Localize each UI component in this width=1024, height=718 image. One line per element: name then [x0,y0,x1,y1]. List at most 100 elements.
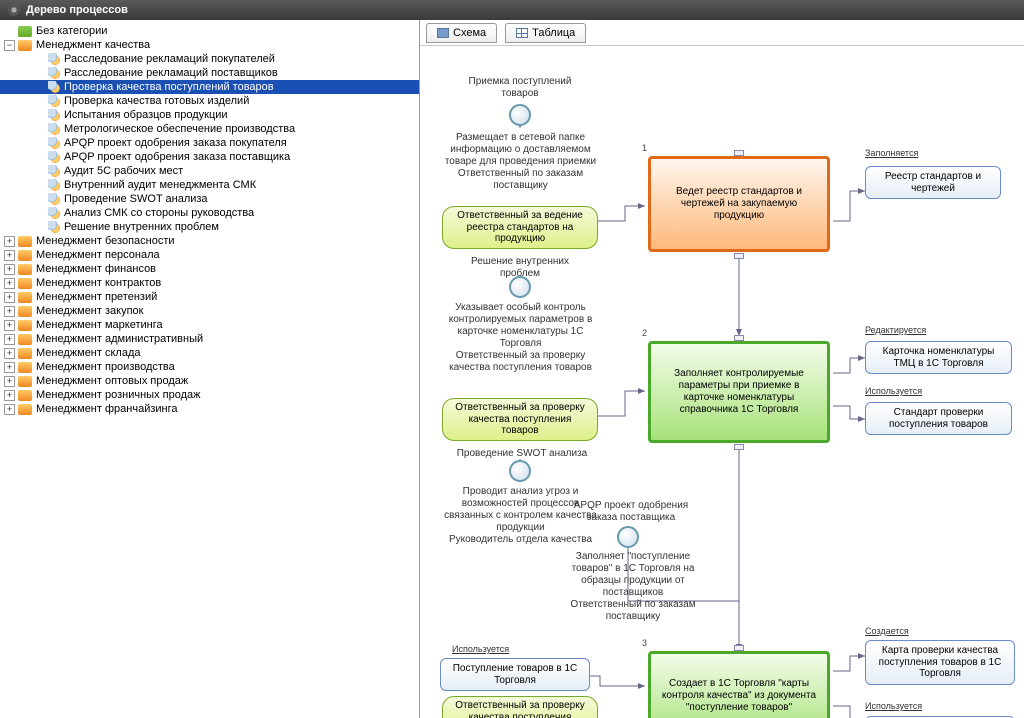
tree-node[interactable]: +Менеджмент розничных продаж [0,388,419,402]
process-icon [48,221,60,233]
folder-icon [18,404,32,415]
tree-label: Анализ СМК со стороны руководства [64,207,254,219]
tree-leaf[interactable]: Метрологическое обеспечение производства [0,122,419,136]
folder-icon [18,236,32,247]
tree-label: APQP проект одобрения заказа покупателя [64,137,287,149]
expander-plus[interactable]: + [4,264,15,275]
expander-plus[interactable]: + [4,250,15,261]
tree-label: Расследование рекламаций покупателей [64,53,275,65]
tree-node[interactable]: +Менеджмент контрактов [0,276,419,290]
event-circle[interactable] [617,526,639,548]
tree-node[interactable]: + Менеджмент безопасности [0,234,419,248]
tree-leaf[interactable]: Решение внутренних проблем [0,220,419,234]
tree-node[interactable]: +Менеджмент франчайзинга [0,402,419,416]
expander-plus[interactable]: + [4,306,15,317]
relation-label: Редактируется [865,325,926,335]
expander-minus[interactable]: − [4,40,15,51]
tree-label: Без категории [36,25,107,37]
tree-leaf[interactable]: Аудит 5С рабочих мест [0,164,419,178]
expander-plus[interactable]: + [4,320,15,331]
tree-label: Испытания образцов продукции [64,109,228,121]
tree-label: Проверка качества поступлений товаров [64,81,274,93]
tab-table[interactable]: Таблица [505,23,586,43]
tree-leaf[interactable]: Проверка качества готовых изделий [0,94,419,108]
role-box[interactable]: Ответственный за проверку качества посту… [442,696,598,718]
tree-leaf[interactable]: Проведение SWOT анализа [0,192,419,206]
process-icon [48,193,60,205]
tree-label: Менеджмент маркетинга [36,319,163,331]
document-box[interactable]: Карточка номенклатуры ТМЦ в 1С Торговля [865,341,1012,374]
expander-plus[interactable]: + [4,362,15,373]
tree-leaf[interactable]: Проверка качества поступлений товаров [0,80,419,94]
tree-leaf[interactable]: Расследование рекламаций покупателей [0,52,419,66]
expander-plus[interactable]: + [4,278,15,289]
tree-label: Менеджмент производства [36,361,175,373]
tree-leaf[interactable]: Анализ СМК со стороны руководства [0,206,419,220]
tree-label: Проверка качества готовых изделий [64,95,249,107]
event-circle[interactable] [509,276,531,298]
process-icon [48,137,60,149]
tree-node[interactable]: +Менеджмент финансов [0,262,419,276]
expander-plus[interactable]: + [4,404,15,415]
folder-icon [18,278,32,289]
event-circle[interactable] [509,104,531,126]
tree-label: Внутренний аудит менеджмента СМК [64,179,256,191]
tree-label: Менеджмент безопасности [36,235,175,247]
folder-icon [18,292,32,303]
expander-plus[interactable]: + [4,390,15,401]
tree-leaf[interactable]: APQP проект одобрения заказа покупателя [0,136,419,150]
tabs: Схема Таблица [420,20,1024,46]
tree-leaf[interactable]: Внутренний аудит менеджмента СМК [0,178,419,192]
process-box[interactable]: Создает в 1С Торговля "карты контроля ка… [648,651,830,718]
gear-icon [8,4,20,16]
tab-schema[interactable]: Схема [426,23,497,43]
expander-plus[interactable]: + [4,348,15,359]
tree-node[interactable]: + Менеджмент производства [0,360,419,374]
document-box[interactable]: Поступление товаров в 1С Торговля [440,658,590,691]
tree-node[interactable]: + Менеджмент маркетинга [0,318,419,332]
expander-plus[interactable]: + [4,236,15,247]
tree-leaf[interactable]: APQP проект одобрения заказа поставщика [0,150,419,164]
tree-node[interactable]: +Менеджмент склада [0,346,419,360]
table-icon [516,28,528,38]
window-title: Дерево процессов [26,4,128,16]
process-tree[interactable]: Без категории − Менеджмент качества Расс… [0,20,420,718]
process-box[interactable]: Заполняет контролируемые параметры при п… [648,341,830,443]
relation-label: Создается [865,626,909,636]
folder-icon [18,348,32,359]
tree-leaf[interactable]: Испытания образцов продукции [0,108,419,122]
folder-icon [18,362,32,373]
tree-node-nocat[interactable]: Без категории [0,24,419,38]
diagram-canvas[interactable]: Приемка поступлений товаров Размещает в … [420,46,1024,718]
role-box[interactable]: Ответственный за проверку качества посту… [442,398,598,441]
tree-node[interactable]: + Менеджмент закупок [0,304,419,318]
tree-node[interactable]: +Менеджмент административный [0,332,419,346]
port-icon [734,253,744,259]
tree-node[interactable]: + Менеджмент оптовых продаж [0,374,419,388]
expander-plus[interactable]: + [4,292,15,303]
tree-node[interactable]: +Менеджмент персонала [0,248,419,262]
folder-icon [18,264,32,275]
tree-leaf[interactable]: Расследование рекламаций поставщиков [0,66,419,80]
tree-label: Менеджмент закупок [36,305,143,317]
annotation: Указывает особый контроль контролируемых… [438,302,603,374]
expander-plus[interactable]: + [4,376,15,387]
annotation: Заполняет "поступление товаров" в 1С Тор… [558,551,708,623]
expander-plus[interactable]: + [4,334,15,345]
document-box[interactable]: Карта проверки качества поступления това… [865,640,1015,685]
tree-node-quality[interactable]: − Менеджмент качества [0,38,419,52]
tree-label: Решение внутренних проблем [64,221,219,233]
event-circle[interactable] [509,460,531,482]
folder-icon [18,40,32,51]
main-container: Без категории − Менеджмент качества Расс… [0,20,1024,718]
process-box[interactable]: Ведет реестр стандартов и чертежей на за… [648,156,830,252]
document-box[interactable]: Стандарт проверки поступления товаров [865,402,1012,435]
tree-label: Аудит 5С рабочих мест [64,165,183,177]
document-box[interactable]: Реестр стандартов и чертежей [865,166,1001,199]
role-box[interactable]: Ответственный за ведение реестра стандар… [442,206,598,249]
tree-node[interactable]: +Менеджмент претензий [0,290,419,304]
tree-label: Менеджмент оптовых продаж [36,375,188,387]
annotation: Размещает в сетевой папке информацию о д… [438,132,603,192]
tab-label: Таблица [532,27,575,39]
relation-label: Используется [865,701,922,711]
